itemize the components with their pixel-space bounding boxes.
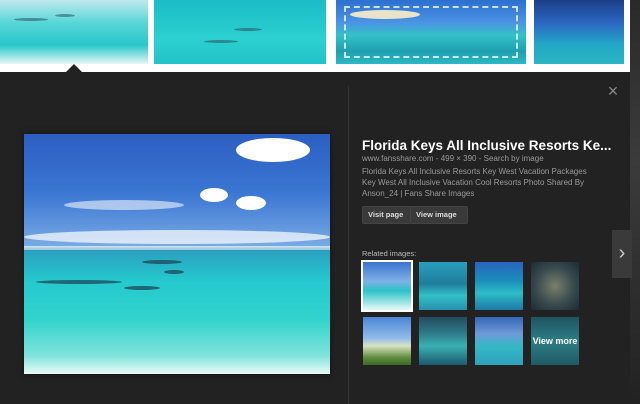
related-image-1[interactable] (361, 260, 413, 312)
dolphin-shape (142, 260, 182, 264)
panel-divider (348, 86, 349, 404)
dolphin-shape (234, 28, 262, 31)
dolphin-shape (164, 270, 184, 274)
dolphin-shape (124, 286, 160, 290)
related-image-3[interactable] (475, 262, 523, 310)
related-image-6[interactable] (419, 317, 467, 365)
view-more-button[interactable]: View more (531, 317, 579, 365)
result-thumbnail-4[interactable] (534, 0, 624, 64)
dolphin-shape (14, 18, 48, 21)
sea-area (24, 250, 330, 374)
result-thumbnail-1[interactable] (0, 0, 148, 64)
island-shape (350, 10, 420, 19)
cloud-shape (24, 230, 330, 244)
cloud-shape (200, 188, 228, 202)
cloud-shape (236, 138, 310, 162)
image-description: Florida Keys All Inclusive Resorts Key W… (362, 167, 587, 198)
cloud-shape (236, 196, 266, 210)
result-thumbnail-2[interactable] (154, 0, 326, 64)
right-edge (630, 0, 640, 404)
image-meta: www.fansshare.com - 499 × 390 - Search b… (362, 154, 544, 163)
close-icon[interactable]: × (604, 82, 622, 100)
related-image-4[interactable] (531, 262, 579, 310)
dolphin-shape (204, 40, 238, 43)
result-thumbnail-3[interactable] (336, 0, 526, 64)
preview-image[interactable] (24, 134, 330, 374)
dolphin-shape (36, 280, 122, 284)
thumbnail-strip (0, 0, 640, 72)
dolphin-shape (55, 14, 75, 17)
related-image-7[interactable] (475, 317, 523, 365)
image-title[interactable]: Florida Keys All Inclusive Resorts Ke... (362, 138, 617, 153)
related-image-5[interactable] (363, 317, 411, 365)
selected-pointer (66, 64, 82, 72)
related-images-label: Related images: (362, 249, 417, 258)
cloud-shape (64, 200, 184, 210)
visit-page-button[interactable]: Visit page (362, 206, 411, 224)
chevron-right-icon[interactable]: › (612, 230, 632, 278)
view-image-button[interactable]: View image (410, 206, 468, 224)
related-image-2[interactable] (419, 262, 467, 310)
